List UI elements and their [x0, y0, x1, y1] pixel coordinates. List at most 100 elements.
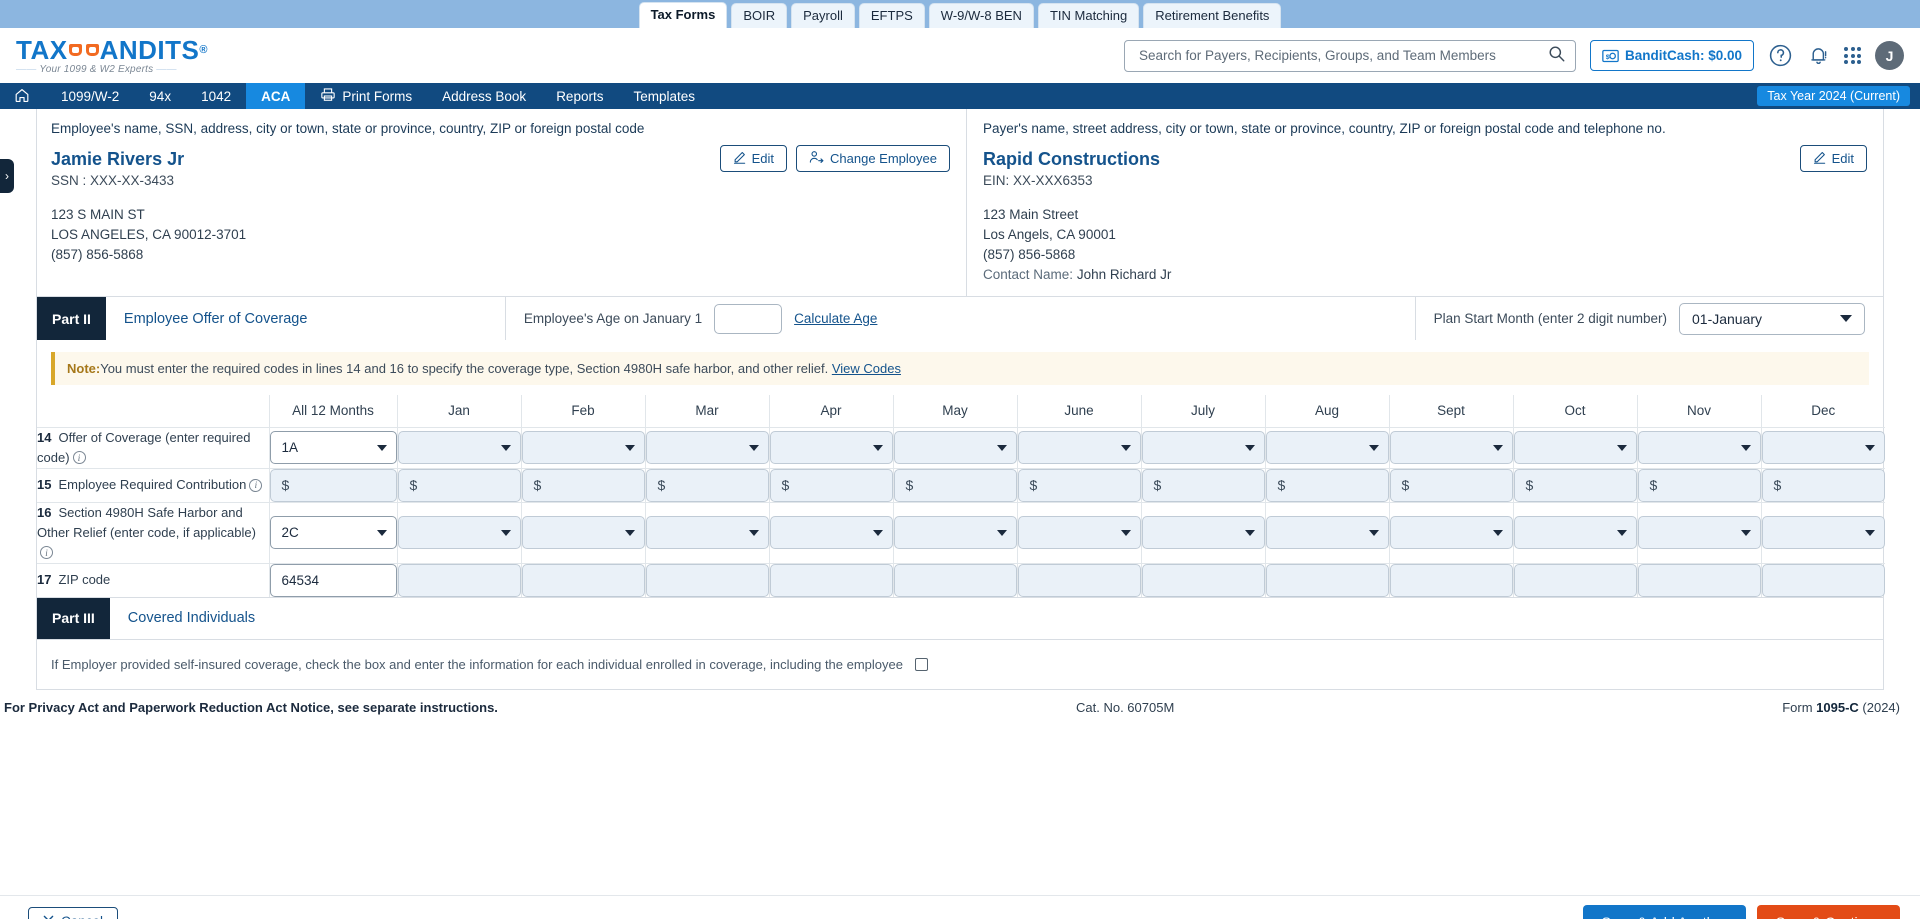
dropdown-line14-mar[interactable] — [645, 431, 769, 464]
form-1095c-container: Employee's name, SSN, address, city or t… — [36, 109, 1885, 690]
search-box[interactable] — [1123, 39, 1576, 72]
info-icon[interactable]: i — [72, 451, 86, 464]
apps-grid-icon[interactable] — [1844, 47, 1861, 64]
currency-input-line15-june[interactable]: $ — [1017, 468, 1141, 502]
self-insured-checkbox[interactable] — [915, 657, 928, 671]
nav-address-book[interactable]: Address Book — [427, 83, 541, 109]
nav-home[interactable] — [0, 83, 46, 109]
product-tab-payroll[interactable]: Payroll — [791, 3, 855, 28]
change-employee-button[interactable]: Change Employee — [796, 145, 950, 172]
banditcash-button[interactable]: $ BanditCash: $0.00 — [1589, 40, 1754, 71]
dropdown-line14-june[interactable] — [1017, 431, 1141, 464]
product-tab-w9-w8ben[interactable]: W-9/W-8 BEN — [928, 3, 1034, 28]
chevron-down-icon — [1865, 529, 1875, 536]
currency-input-line15-may[interactable]: $ — [893, 468, 1017, 502]
info-icon[interactable]: i — [40, 546, 53, 559]
dropdown-line16-dec[interactable] — [1761, 516, 1885, 549]
text-input-line17-feb[interactable] — [521, 563, 645, 597]
plan-start-month-select[interactable]: 01-January — [1679, 302, 1865, 335]
dropdown-line16-aug[interactable] — [1265, 516, 1389, 549]
employee-age-input[interactable] — [714, 303, 783, 334]
product-tab-tin-matching[interactable]: TIN Matching — [1037, 3, 1140, 28]
dropdown-line14-jan[interactable] — [397, 431, 521, 464]
dropdown-line14-nov[interactable] — [1637, 431, 1761, 464]
dropdown-line14-dec[interactable] — [1761, 431, 1885, 464]
dropdown-line14-all12[interactable]: 1A — [269, 431, 397, 464]
product-tab-eftps[interactable]: EFTPS — [858, 3, 925, 28]
currency-input-line15-oct[interactable]: $ — [1513, 468, 1637, 502]
product-tab-boir[interactable]: BOIR — [731, 3, 788, 28]
text-input-line17-dec[interactable] — [1761, 563, 1885, 597]
dropdown-line14-sept[interactable] — [1389, 431, 1513, 464]
dropdown-line16-july[interactable] — [1141, 516, 1265, 549]
dropdown-line16-june[interactable] — [1017, 516, 1141, 549]
dropdown-line14-oct[interactable] — [1513, 431, 1637, 464]
dropdown-line14-feb[interactable] — [521, 431, 645, 464]
view-codes-link[interactable]: View Codes — [832, 361, 901, 376]
currency-input-line15-feb[interactable]: $ — [521, 468, 645, 502]
currency-input-line15-mar[interactable]: $ — [645, 468, 769, 502]
currency-input-line15-dec[interactable]: $ — [1761, 468, 1885, 502]
calculate-age-link[interactable]: Calculate Age — [794, 311, 877, 326]
dropdown-line14-may[interactable] — [893, 431, 1017, 464]
dropdown-line16-all12[interactable]: 2C — [269, 516, 397, 549]
dropdown-line16-sept[interactable] — [1389, 516, 1513, 549]
taxbandits-logo[interactable]: TAX ANDITS ® —— Your 1099 & W2 Experts —… — [16, 37, 208, 75]
text-input-line17-oct[interactable] — [1513, 563, 1637, 597]
dropdown-line16-jan[interactable] — [397, 516, 521, 549]
search-input[interactable] — [1138, 48, 1548, 63]
payer-edit-button[interactable]: Edit — [1799, 145, 1867, 172]
cell-17-jan — [397, 562, 522, 597]
currency-input-line15-nov[interactable]: $ — [1637, 468, 1761, 502]
chevron-down-icon — [1120, 444, 1131, 451]
notifications-bell-icon[interactable] — [1807, 44, 1830, 67]
dropdown-line14-july[interactable] — [1141, 431, 1265, 464]
save-continue-button[interactable]: Save & Continue — [1756, 904, 1900, 919]
nav-aca[interactable]: ACA — [246, 83, 306, 109]
dropdown-line16-feb[interactable] — [521, 516, 645, 549]
save-add-another-button[interactable]: Save & Add Another — [1582, 904, 1746, 919]
text-input-line17-july[interactable] — [1141, 563, 1265, 597]
currency-input-line15-aug[interactable]: $ — [1265, 468, 1389, 502]
info-icon[interactable]: i — [249, 478, 263, 492]
dropdown-line16-mar[interactable] — [645, 516, 769, 549]
tax-year-selector[interactable]: Tax Year 2024 (Current) — [1757, 86, 1910, 106]
cancel-button[interactable]: Cancel — [28, 906, 119, 919]
dropdown-line16-may[interactable] — [893, 516, 1017, 549]
nav-reports[interactable]: Reports — [541, 83, 618, 109]
avatar[interactable]: J — [1875, 41, 1904, 70]
nav-templates[interactable]: Templates — [618, 83, 710, 109]
text-input-line17-all12[interactable]: 64534 — [269, 563, 397, 597]
dropdown-line14-apr[interactable] — [769, 431, 893, 464]
dropdown-line16-oct[interactable] — [1513, 516, 1637, 549]
search-icon[interactable] — [1548, 45, 1565, 67]
plan-start-month-group: Plan Start Month (enter 2 digit number) … — [1416, 297, 1883, 340]
row-number: 15 — [37, 477, 52, 492]
currency-input-line15-apr[interactable]: $ — [769, 468, 893, 502]
nav-94x[interactable]: 94x — [134, 83, 186, 109]
dropdown-line14-aug[interactable] — [1265, 431, 1389, 464]
help-icon[interactable] — [1768, 43, 1793, 68]
nav-1099-w2[interactable]: 1099/W-2 — [46, 83, 134, 109]
product-tab-retirement-benefits[interactable]: Retirement Benefits — [1143, 3, 1282, 28]
product-tab-tax-forms[interactable]: Tax Forms — [638, 2, 728, 28]
text-input-line17-mar[interactable] — [645, 563, 769, 597]
employee-edit-button[interactable]: Edit — [719, 145, 788, 172]
text-input-line17-june[interactable] — [1017, 563, 1141, 597]
dropdown-line16-nov[interactable] — [1637, 516, 1761, 549]
sidebar-expand-toggle[interactable]: › — [0, 159, 14, 193]
nav-1042[interactable]: 1042 — [186, 83, 246, 109]
currency-input-line15-sept[interactable]: $ — [1389, 468, 1513, 502]
dropdown-line16-apr[interactable] — [769, 516, 893, 549]
text-input-line17-aug[interactable] — [1265, 563, 1389, 597]
text-input-line17-apr[interactable] — [769, 563, 893, 597]
nav-print-forms[interactable]: Print Forms — [305, 83, 427, 109]
text-input-line17-may[interactable] — [893, 563, 1017, 597]
currency-input-line15-july[interactable]: $ — [1141, 468, 1265, 502]
col-header-dec: Dec — [1811, 403, 1836, 419]
text-input-line17-jan[interactable] — [397, 563, 521, 597]
text-input-line17-nov[interactable] — [1637, 563, 1761, 597]
text-input-line17-sept[interactable] — [1389, 563, 1513, 597]
currency-input-line15-all12[interactable]: $ — [269, 468, 397, 502]
currency-input-line15-jan[interactable]: $ — [397, 468, 521, 502]
